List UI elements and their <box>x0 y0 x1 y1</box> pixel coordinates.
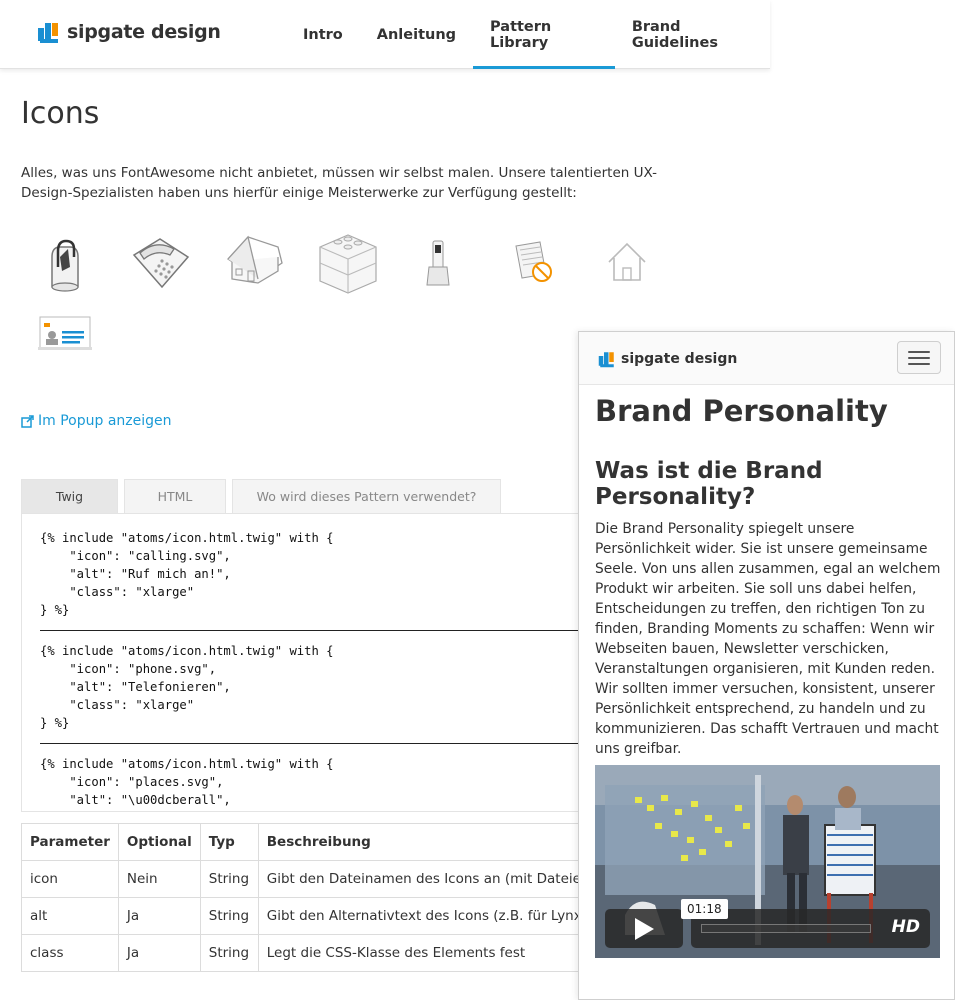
mobile-body-text: Die Brand Personality spiegelt unsere Pe… <box>595 521 941 757</box>
column-header-optional: Optional <box>117 823 201 861</box>
popup-link[interactable]: Im Popup anzeigen <box>21 413 172 429</box>
mobile-header: sipgate design <box>579 332 954 385</box>
page-title: Icons <box>21 96 100 131</box>
phone-icon <box>126 227 196 297</box>
table-cell: Nein <box>117 860 201 898</box>
tab-html[interactable]: HTML <box>124 479 226 513</box>
mobile-brand-name: sipgate design <box>621 351 738 367</box>
video-progress-track[interactable] <box>701 924 871 933</box>
hamburger-menu-button[interactable] <box>897 341 941 374</box>
tab-pattern-usage[interactable]: Wo wird dieses Pattern verwendet? <box>232 479 501 513</box>
code-block: {% include "atoms/icon.html.twig" with {… <box>40 531 334 617</box>
mobile-brand-logo[interactable]: sipgate design <box>597 350 737 368</box>
brand-name: sipgate design <box>67 21 221 43</box>
table-row: class Ja String Legt die CSS-Klasse des … <box>21 934 608 972</box>
places-icon <box>220 227 290 297</box>
nav-pattern-library[interactable]: Pattern Library <box>473 0 615 69</box>
table-cell: Ja <box>117 897 201 935</box>
table-cell: alt <box>21 897 119 935</box>
box-icon <box>312 227 382 297</box>
calling-icon <box>30 227 100 297</box>
column-header-beschreibung: Beschreibung <box>257 823 608 861</box>
table-cell: String <box>199 860 259 898</box>
hamburger-bar <box>908 362 930 365</box>
mobile-preview-window: sipgate design Brand Personality Was ist… <box>578 331 955 1000</box>
code-tabs: Twig HTML Wo wird dieses Pattern verwend… <box>21 479 501 513</box>
contact-card-icon <box>30 303 100 373</box>
table-row: alt Ja String Gibt den Alternativtext de… <box>21 897 608 935</box>
sipgate-logo-icon <box>598 352 614 368</box>
mobile-page-title: Brand Personality <box>595 394 888 428</box>
nav-intro[interactable]: Intro <box>286 0 360 69</box>
table-cell: Gibt den Alternativtext des Icons (z.B. … <box>257 897 608 935</box>
video-time-tooltip: 01:18 <box>681 899 728 919</box>
home-icon <box>597 232 667 302</box>
video-player[interactable]: HD 01:18 <box>595 765 940 958</box>
table-cell: Ja <box>117 934 201 972</box>
hamburger-bar <box>908 356 930 359</box>
parameter-table: Parameter Optional Typ Beschreibung icon… <box>21 823 608 972</box>
play-button[interactable] <box>605 909 683 948</box>
external-link-icon <box>21 414 34 428</box>
hamburger-bar <box>908 350 930 353</box>
sipgate-logo-icon <box>38 23 58 43</box>
brand-logo[interactable]: sipgate design <box>36 20 221 44</box>
table-cell: class <box>21 934 119 972</box>
table-cell: icon <box>21 860 119 898</box>
table-cell: Gibt den Dateinamen des Icons an (mit Da… <box>257 860 608 898</box>
table-cell: String <box>199 934 259 972</box>
column-header-parameter: Parameter <box>21 823 119 861</box>
document-blocked-icon <box>506 232 576 302</box>
table-row: icon Nein String Gibt den Dateinamen des… <box>21 860 608 898</box>
tab-twig[interactable]: Twig <box>21 479 118 513</box>
table-header-row: Parameter Optional Typ Beschreibung <box>21 823 608 861</box>
hd-toggle[interactable]: HD <box>892 917 920 937</box>
code-panel[interactable]: {% include "atoms/icon.html.twig" with {… <box>21 513 621 812</box>
popup-link-label: Im Popup anzeigen <box>38 413 172 429</box>
code-block: {% include "atoms/icon.html.twig" with {… <box>40 757 334 807</box>
mobile-phone-icon <box>405 227 475 297</box>
top-navigation-bar: sipgate design Intro Anleitung Pattern L… <box>0 0 770 69</box>
table-cell: String <box>199 897 259 935</box>
mobile-section-heading: Was ist die Brand Personality? <box>595 458 823 510</box>
play-icon <box>635 917 654 940</box>
code-divider <box>40 630 602 631</box>
code-block: {% include "atoms/icon.html.twig" with {… <box>40 644 334 730</box>
code-divider <box>40 743 602 744</box>
intro-text: Alles, was uns FontAwesome nicht anbiete… <box>21 165 657 201</box>
table-cell: Legt die CSS-Klasse des Elements fest <box>257 934 608 972</box>
main-nav: Intro Anleitung Pattern Library Brand Gu… <box>286 0 770 69</box>
nav-brand-guidelines[interactable]: Brand Guidelines <box>615 0 770 69</box>
nav-anleitung[interactable]: Anleitung <box>360 0 473 69</box>
column-header-typ: Typ <box>199 823 259 861</box>
